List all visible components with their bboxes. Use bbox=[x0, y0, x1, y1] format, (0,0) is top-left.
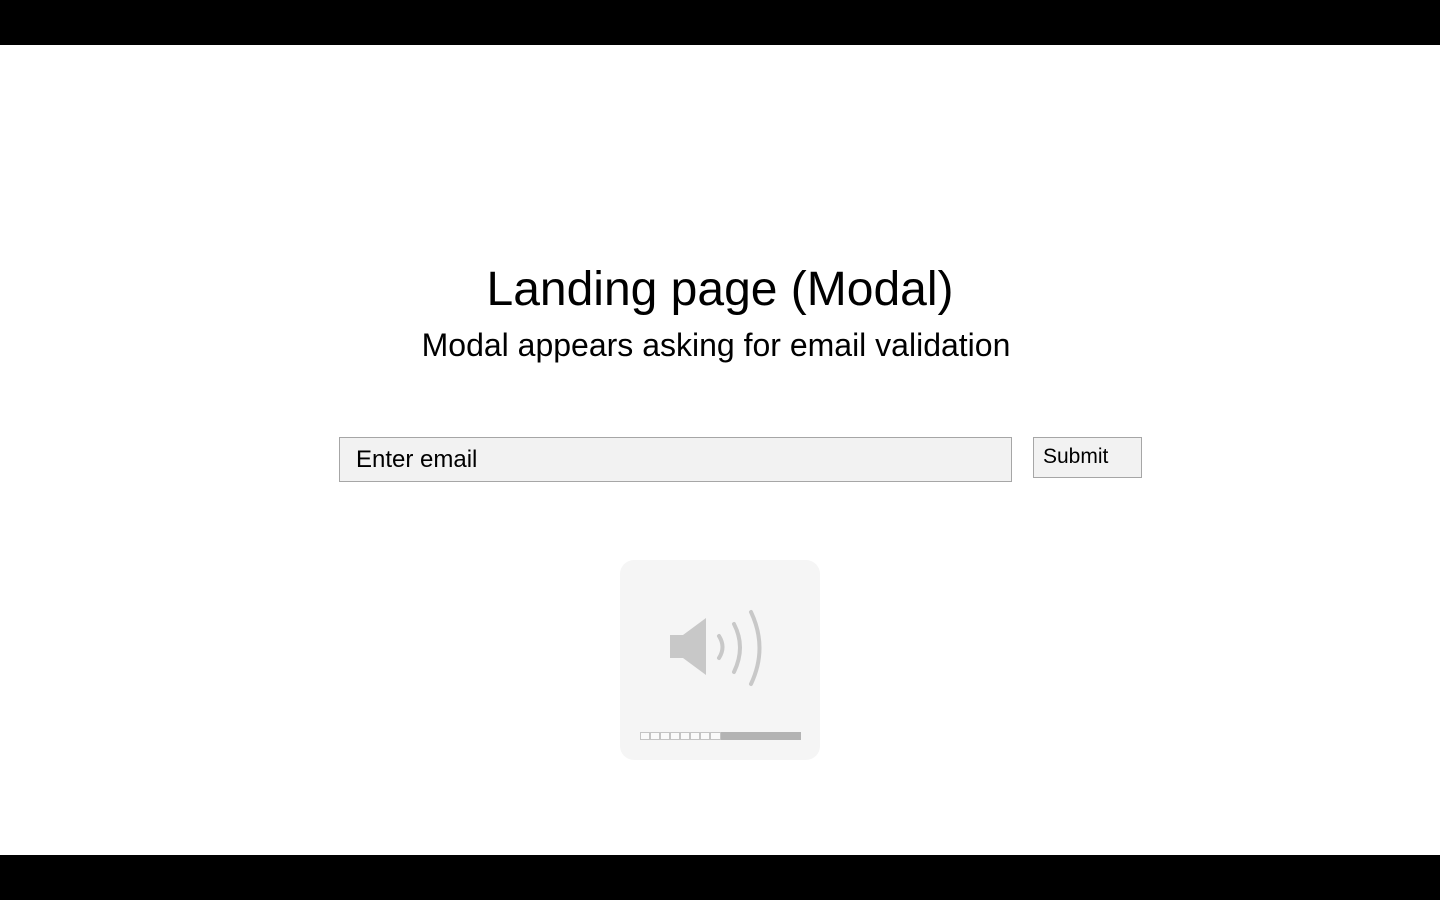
page-subtitle: Modal appears asking for email validatio… bbox=[421, 327, 1011, 363]
volume-meter-segment bbox=[660, 732, 671, 740]
volume-meter-segment bbox=[720, 732, 731, 740]
volume-hud bbox=[620, 560, 820, 760]
volume-meter-segment bbox=[670, 732, 681, 740]
volume-meter-segment bbox=[750, 732, 761, 740]
page-title: Landing page (Modal) bbox=[486, 263, 954, 316]
letterbox-bottom bbox=[0, 855, 1440, 900]
volume-meter-segment bbox=[770, 732, 781, 740]
volume-meter-segment bbox=[760, 732, 771, 740]
letterbox-top bbox=[0, 0, 1440, 45]
volume-level-meter bbox=[640, 732, 801, 740]
volume-meter-segment bbox=[710, 732, 721, 740]
volume-meter-segment bbox=[680, 732, 691, 740]
volume-meter-segment bbox=[640, 732, 651, 740]
volume-meter-segment bbox=[690, 732, 701, 740]
volume-meter-segment bbox=[790, 732, 801, 740]
submit-button[interactable]: Submit bbox=[1033, 437, 1142, 478]
volume-meter-segment bbox=[780, 732, 791, 740]
volume-meter-segment bbox=[650, 732, 661, 740]
slide-canvas: Landing page (Modal) Modal appears askin… bbox=[0, 45, 1440, 855]
volume-meter-segment bbox=[730, 732, 741, 740]
volume-meter-segment bbox=[740, 732, 751, 740]
volume-meter-segment bbox=[700, 732, 711, 740]
speaker-volume-icon bbox=[670, 610, 762, 686]
email-field[interactable] bbox=[339, 437, 1012, 482]
